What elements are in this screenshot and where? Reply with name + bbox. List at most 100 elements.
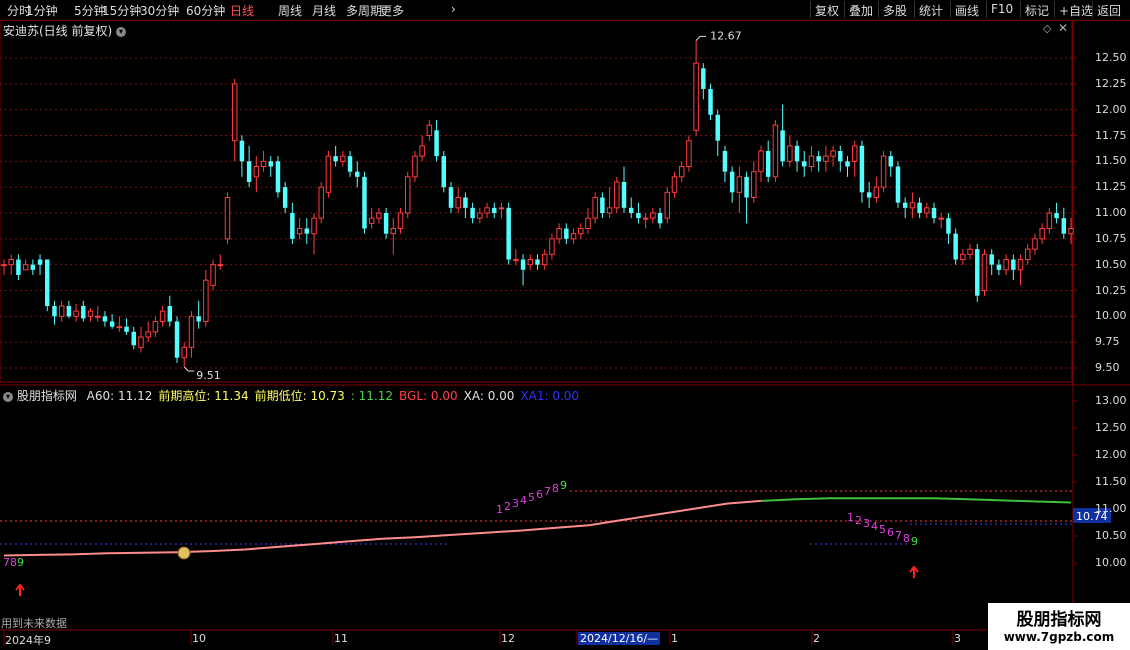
- main-pane-frame: [0, 19, 1073, 383]
- candle-body: [917, 202, 922, 213]
- chevron-down-icon[interactable]: ▾: [3, 391, 13, 402]
- seq-number-left: 9: [17, 556, 24, 569]
- indicator-item-1: 前期高位: 11.34: [158, 389, 249, 403]
- candle-body: [116, 326, 123, 329]
- more-arrow-icon[interactable]: ›: [451, 2, 456, 16]
- candle-body: [81, 306, 86, 319]
- seq-number-right: 3: [863, 517, 870, 530]
- toolbar-button-6[interactable]: 标记: [1020, 1, 1053, 18]
- toolbar-button-0[interactable]: 复权: [810, 1, 843, 18]
- indicator-line-up: [3, 499, 762, 557]
- candle-body: [8, 259, 14, 266]
- time-axis-label: 3: [954, 632, 961, 645]
- time-axis-label: 2024年9: [5, 634, 51, 647]
- close-icon[interactable]: ✕: [1058, 21, 1068, 35]
- toolbar-button-1[interactable]: 叠加: [844, 1, 877, 18]
- period-tab-8[interactable]: 月线: [312, 2, 336, 19]
- candle-body: [541, 253, 548, 266]
- candle-body: [260, 160, 267, 167]
- candle-body: [167, 306, 173, 322]
- indicator-title[interactable]: ▾ 股朋指标网 A60: 11.12 前期高位: 11.34 前期低位: 10.73…: [3, 387, 585, 404]
- period-tab-9[interactable]: 多周期: [346, 2, 382, 19]
- candle-body: [138, 336, 144, 348]
- price-tick-label: 12.00: [1095, 102, 1127, 116]
- indicator-name: 股朋指标网: [16, 389, 77, 403]
- candle-body: [693, 62, 699, 131]
- price-tick-label: 11.75: [1095, 128, 1127, 142]
- candle-body: [859, 145, 865, 193]
- candle-body: [715, 114, 720, 141]
- candle-body: [52, 306, 57, 317]
- candle-body: [1011, 259, 1016, 270]
- indicator-tick-label: 11.00: [1095, 502, 1127, 515]
- seq-number-right: 8: [903, 532, 910, 545]
- candle-body: [909, 202, 916, 209]
- toolbar-button-2[interactable]: 多股: [878, 1, 911, 18]
- period-tab-7[interactable]: 周线: [278, 2, 302, 19]
- candle-body: [787, 145, 793, 162]
- candle-body: [1, 264, 7, 267]
- candle-body: [498, 207, 505, 210]
- candle-body: [772, 124, 779, 178]
- candle-body: [1068, 228, 1074, 235]
- candle-body: [426, 124, 433, 136]
- candle-body: [210, 264, 216, 286]
- candle-body: [412, 155, 418, 178]
- candle-body: [404, 176, 411, 214]
- candle-body: [902, 202, 908, 208]
- seq-number-mid: 5: [528, 491, 535, 504]
- candle-body: [606, 207, 613, 214]
- period-tab-10[interactable]: 更多: [380, 2, 404, 19]
- candle-body: [513, 259, 519, 261]
- candle-body: [678, 166, 685, 178]
- period-tab-1[interactable]: 1分钟: [26, 2, 58, 19]
- candle-body: [397, 212, 404, 229]
- candle-body: [938, 217, 944, 220]
- candle-body: [102, 316, 108, 322]
- chart-canvas[interactable]: 12.679.5110.747 8 91 2 3 4 5 6 7 8 91 2 3 4 5 6 7 8 9: [0, 0, 1130, 650]
- toolbar-button-3[interactable]: 统计: [914, 1, 947, 18]
- candle-body: [368, 217, 375, 224]
- period-tab-5[interactable]: 60分钟: [186, 2, 225, 19]
- candle-body: [145, 331, 151, 338]
- period-tab-4[interactable]: 30分钟: [140, 2, 179, 19]
- candle-body: [94, 315, 101, 318]
- candle-body: [535, 259, 540, 265]
- candle-body: [463, 197, 468, 208]
- stock-title[interactable]: 安迪苏(日线 前复权) ▾: [3, 22, 127, 39]
- candle-body: [671, 176, 678, 193]
- indicator-item-4: BGL: 0.00: [399, 389, 458, 403]
- candle-body: [592, 197, 598, 219]
- seq-number-mid: 2: [504, 500, 511, 513]
- candle-body: [131, 331, 137, 346]
- candle-body: [73, 310, 79, 317]
- candle-body: [318, 186, 324, 219]
- candle-body: [600, 197, 605, 213]
- candle-body: [347, 156, 353, 172]
- money-bag-icon: [177, 546, 191, 560]
- diamond-icon[interactable]: ◇: [1043, 22, 1051, 35]
- seq-number-left: 7: [3, 556, 10, 569]
- up-arrow-icon: [909, 565, 919, 578]
- toolbar-button-5[interactable]: F10: [986, 1, 1017, 18]
- candle-body: [246, 161, 252, 182]
- candle-body: [1032, 238, 1038, 250]
- price-tick-label: 11.25: [1095, 180, 1127, 194]
- candle-body: [765, 151, 771, 177]
- seq-number-right: 4: [871, 520, 878, 533]
- period-tab-3[interactable]: 15分钟: [102, 2, 141, 19]
- period-tab-6[interactable]: 日线: [230, 2, 254, 19]
- candle-body: [866, 192, 872, 198]
- toolbar-button-4[interactable]: 画线: [950, 1, 983, 18]
- candle-body: [1025, 248, 1031, 261]
- candle-body: [549, 238, 555, 255]
- candle-body: [564, 228, 569, 239]
- price-tick-label: 10.50: [1095, 257, 1127, 271]
- toolbar-button-7[interactable]: +自选: [1054, 1, 1097, 18]
- candle-body: [376, 212, 382, 219]
- candle-body: [520, 259, 526, 270]
- period-tab-2[interactable]: 5分钟: [74, 2, 106, 19]
- toolbar-button-8[interactable]: 返回: [1092, 1, 1125, 18]
- chevron-down-icon[interactable]: ▾: [116, 26, 127, 37]
- period-toolbar: 分时 1分钟 5分钟 15分钟 30分钟 60分钟 日线 周线 月线 多周期 更多 › 复权 叠加 多股 统计…: [0, 0, 1130, 21]
